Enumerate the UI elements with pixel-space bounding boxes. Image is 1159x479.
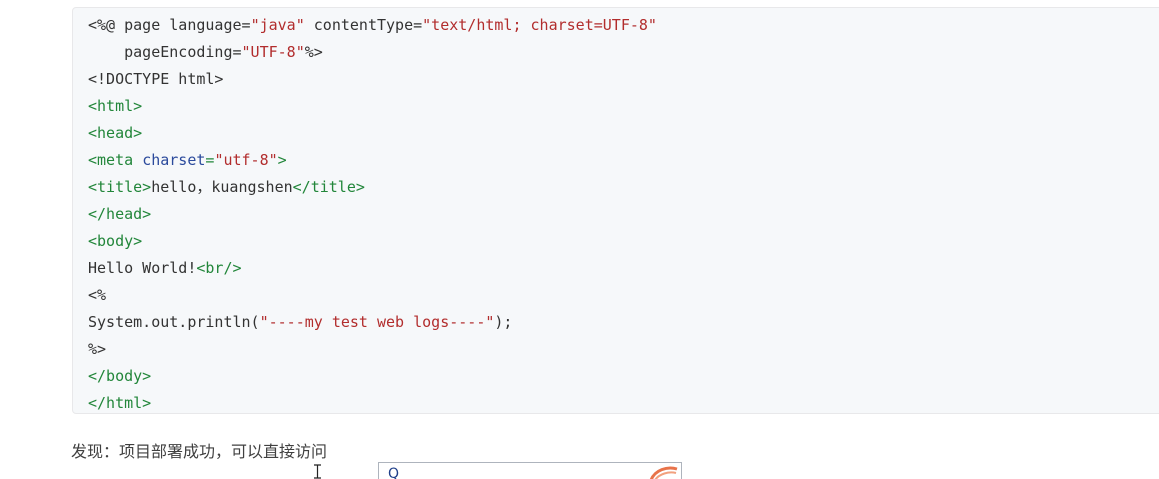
code-token: %> [304,43,323,61]
code-line: </body> [88,363,657,390]
code-token: "UTF-8" [241,43,305,61]
code-token: hello，kuangshen [151,178,293,196]
code-token: charset=UTF-8" [530,16,657,34]
code-token: "----my test web logs----" [259,313,495,331]
code-token: > [277,151,287,169]
text-cursor-icon [314,464,321,479]
code-token: <%@ page language= [88,16,251,34]
code-line: <!DOCTYPE html> [88,66,657,93]
code-token: charset [142,151,206,169]
code-line: </html> [88,390,657,417]
code-token: <% [88,286,107,304]
code-token: </body> [88,367,152,385]
code-token: </html> [88,394,152,412]
code-block: <%@ page language="java" contentType="te… [72,7,1159,414]
search-popup[interactable]: Q [378,462,682,479]
code-token: contentType= [304,16,423,34]
code-line: <body> [88,228,657,255]
paragraph-text: 发现：项目部署成功，可以直接访问 [71,442,328,461]
code-token: ); [494,313,513,331]
code-token: <html> [88,97,143,115]
app-logo-icon [649,466,678,479]
code-token: System.out.println( [88,313,260,331]
code-token: pageEncoding= [88,43,242,61]
code-line: </head> [88,201,657,228]
code-token: <br/> [196,259,242,277]
code-line: <%@ page language="java" contentType="te… [88,12,657,39]
code-token: </head> [88,205,152,223]
code-line: System.out.println("----my test web logs… [88,309,657,336]
code-token: <!DOCTYPE html> [88,70,224,88]
code-token: <meta [88,151,143,169]
code-line: <meta charset="utf-8"> [88,147,657,174]
code-line: <html> [88,93,657,120]
code-token: <head> [88,124,143,142]
code-token: %> [88,340,107,358]
popup-glyph: Q [388,466,400,479]
code-token: </title> [292,178,365,196]
code-lines: <%@ page language="java" contentType="te… [88,12,657,417]
code-line: Hello World!<br/> [88,255,657,282]
code-token: <body> [88,232,143,250]
code-line: <title>hello，kuangshen</title> [88,174,657,201]
code-line: <head> [88,120,657,147]
code-token: Hello World! [88,259,197,277]
code-token: <title> [88,178,152,196]
code-token: "utf-8" [214,151,278,169]
code-token: "java" [250,16,305,34]
code-token: "text/html; [422,16,531,34]
code-line: pageEncoding="UTF-8"%> [88,39,657,66]
code-line: <% [88,282,657,309]
code-line: %> [88,336,657,363]
